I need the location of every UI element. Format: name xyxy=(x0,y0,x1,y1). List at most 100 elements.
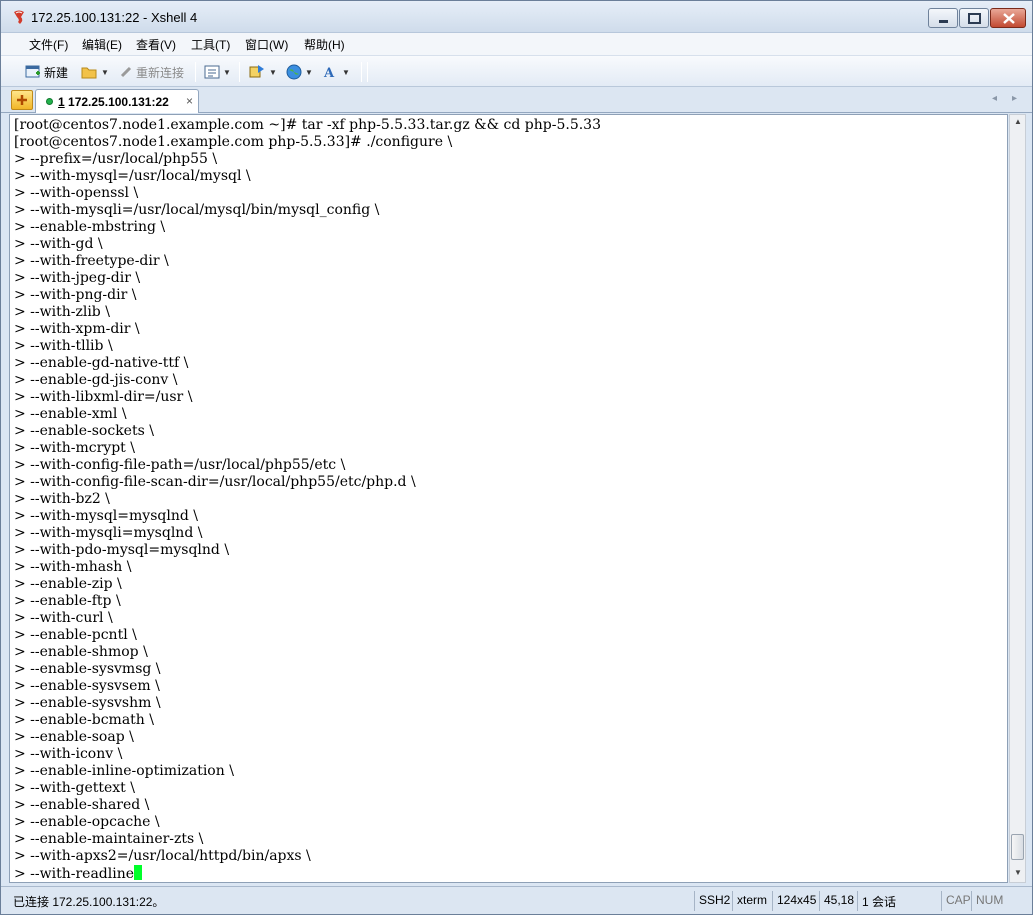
status-protocol: SSH2 xyxy=(694,891,730,911)
minimize-button[interactable] xyxy=(928,8,958,28)
terminal-line: > --with-freetype-dir \ xyxy=(14,253,169,269)
toolbar: 新建 ▼ 重新连接 ▼ ▼ ▼ A ▼ ▼ xyxy=(1,55,1032,133)
terminal-line: > --enable-gd-native-ttf \ xyxy=(14,355,189,371)
tab-label-wrapper: 1 172.25.100.131:22 xyxy=(58,95,169,109)
terminal-line: > --with-mysql=/usr/local/mysql \ xyxy=(14,168,251,184)
tab-scroll-right-icon[interactable]: ▸ xyxy=(1012,93,1017,104)
terminal-line: > --with-mysqli=/usr/local/mysql/bin/mys… xyxy=(14,202,380,218)
menu-file[interactable]: 文件(F) xyxy=(29,36,68,53)
chevron-down-icon: ▼ xyxy=(342,67,350,77)
menu-edit[interactable]: 编辑(E) xyxy=(82,36,122,53)
status-bar: 已连接 172.25.100.131:22。 SSH2 xterm 124x45… xyxy=(1,886,1032,914)
open-button[interactable]: ▼ xyxy=(81,62,109,82)
vertical-scrollbar[interactable]: ▲ ▼ xyxy=(1009,114,1026,883)
tab-number: 1 xyxy=(58,95,65,109)
toolbar-separator xyxy=(239,62,240,82)
tab-close-button[interactable]: × xyxy=(186,94,193,108)
plus-icon xyxy=(17,95,27,105)
reconnect-button[interactable]: 重新连接 xyxy=(119,62,184,82)
terminal-line: > --with-iconv \ xyxy=(14,746,123,762)
chevron-down-icon: ▼ xyxy=(223,67,231,77)
terminal-line: > --with-zlib \ xyxy=(14,304,110,320)
terminal-line: > --enable-mbstring \ xyxy=(14,219,166,235)
transfer-button[interactable]: ▼ xyxy=(248,62,277,82)
terminal-line: > --with-xpm-dir \ xyxy=(14,321,140,337)
scrollbar-thumb[interactable] xyxy=(1011,834,1024,860)
scroll-down-icon[interactable]: ▼ xyxy=(1014,868,1022,877)
terminal-line: > --with-config-file-scan-dir=/usr/local… xyxy=(14,474,416,490)
status-num-lock: NUM xyxy=(971,891,1003,911)
new-session-label: 新建 xyxy=(44,65,69,80)
menu-help[interactable]: 帮助(H) xyxy=(304,36,345,53)
terminal-line: > --enable-zip \ xyxy=(14,576,122,592)
terminal-line: > --enable-maintainer-zts \ xyxy=(14,831,204,847)
add-tab-button[interactable] xyxy=(11,90,33,110)
menu-tools[interactable]: 工具(T) xyxy=(191,36,230,53)
window-title: 172.25.100.131:22 - Xshell 4 xyxy=(31,10,198,25)
terminal-line: > --with-libxml-dir=/usr \ xyxy=(14,389,193,405)
terminal-line: > --with-mysqli=mysqlnd \ xyxy=(14,525,203,541)
reconnect-label: 重新连接 xyxy=(136,65,185,80)
close-button[interactable] xyxy=(990,8,1026,28)
tab-label: 172.25.100.131:22 xyxy=(68,95,169,109)
font-button[interactable]: A ▼ xyxy=(323,62,350,82)
tab-session-1[interactable]: 1 172.25.100.131:22 × xyxy=(35,89,199,113)
terminal-line: > --with-gd \ xyxy=(14,236,103,252)
terminal-line: > --enable-bcmath \ xyxy=(14,712,154,728)
globe-button[interactable]: ▼ xyxy=(286,62,313,82)
terminal-line: > --enable-inline-optimization \ xyxy=(14,763,234,779)
terminal-line: > --with-jpeg-dir \ xyxy=(14,270,141,286)
terminal-line: > --with-pdo-mysql=mysqlnd \ xyxy=(14,542,230,558)
xshell-app-icon xyxy=(14,10,24,24)
terminal-line: > --with-bz2 \ xyxy=(14,491,110,507)
new-session-icon xyxy=(25,65,40,78)
terminal-line: [root@centos7.node1.example.com ~]# tar … xyxy=(14,117,601,133)
scroll-up-icon[interactable]: ▲ xyxy=(1014,117,1022,126)
maximize-button[interactable] xyxy=(959,8,989,28)
chevron-down-icon: ▼ xyxy=(269,67,277,77)
chevron-down-icon: ▼ xyxy=(101,67,109,77)
terminal-line: > --enable-shmop \ xyxy=(14,644,148,660)
toolbar-separator xyxy=(361,62,362,82)
status-caps-lock: CAP xyxy=(941,891,971,911)
status-cursor-position: 45,18 xyxy=(819,891,854,911)
menu-window[interactable]: 窗口(W) xyxy=(245,36,288,53)
properties-icon xyxy=(204,65,220,79)
terminal-line: > --enable-sockets \ xyxy=(14,423,154,439)
toolbar-separator xyxy=(195,62,196,82)
terminal-line: > --enable-sysvshm \ xyxy=(14,695,161,711)
terminal-line: > --with-apxs2=/usr/local/httpd/bin/apxs… xyxy=(14,848,311,864)
connection-status: 已连接 172.25.100.131:22。 xyxy=(13,895,165,909)
terminal-line: > --with-curl \ xyxy=(14,610,113,626)
close-icon xyxy=(1003,13,1015,24)
folder-icon xyxy=(81,67,97,79)
status-terminal-size: 124x45 xyxy=(772,891,816,911)
new-session-button[interactable]: 新建 xyxy=(25,62,68,82)
terminal-line: > --with-tllib \ xyxy=(14,338,113,354)
terminal-line: > --enable-xml \ xyxy=(14,406,127,422)
terminal-line: > --with-mysql=mysqlnd \ xyxy=(14,508,198,524)
xshell-window: 172.25.100.131:22 - Xshell 4 文件(F) 编辑(E)… xyxy=(0,0,1033,915)
terminal-line: > --enable-soap \ xyxy=(14,729,134,745)
terminal-line: > --with-config-file-path=/usr/local/php… xyxy=(14,457,346,473)
tab-scroll-left-icon[interactable]: ◂ xyxy=(992,93,997,104)
menu-bar: 文件(F) 编辑(E) 查看(V) 工具(T) 窗口(W) 帮助(H) xyxy=(1,33,1032,55)
terminal-line: > --enable-gd-jis-conv \ xyxy=(14,372,178,388)
transfer-icon xyxy=(249,65,264,78)
terminal-line: > --with-mcrypt \ xyxy=(14,440,135,456)
terminal-line: > --enable-pcntl \ xyxy=(14,627,137,643)
connected-status-icon xyxy=(46,98,53,105)
terminal-area[interactable]: [root@centos7.node1.example.com ~]# tar … xyxy=(9,114,1008,883)
terminal-line: > --with-gettext \ xyxy=(14,780,135,796)
font-icon: A xyxy=(323,66,335,80)
toolbar-separator xyxy=(367,62,368,82)
terminal-line: > --enable-shared \ xyxy=(14,797,150,813)
chevron-down-icon: ▼ xyxy=(305,67,313,77)
terminal-line: > --with-mhash \ xyxy=(14,559,132,575)
terminal-line: > --enable-sysvmsg \ xyxy=(14,661,161,677)
globe-icon xyxy=(286,64,302,80)
properties-button[interactable]: ▼ xyxy=(204,62,231,82)
menu-view[interactable]: 查看(V) xyxy=(136,36,176,53)
terminal-line: > --with-png-dir \ xyxy=(14,287,137,303)
title-bar[interactable]: 172.25.100.131:22 - Xshell 4 xyxy=(1,1,1032,33)
